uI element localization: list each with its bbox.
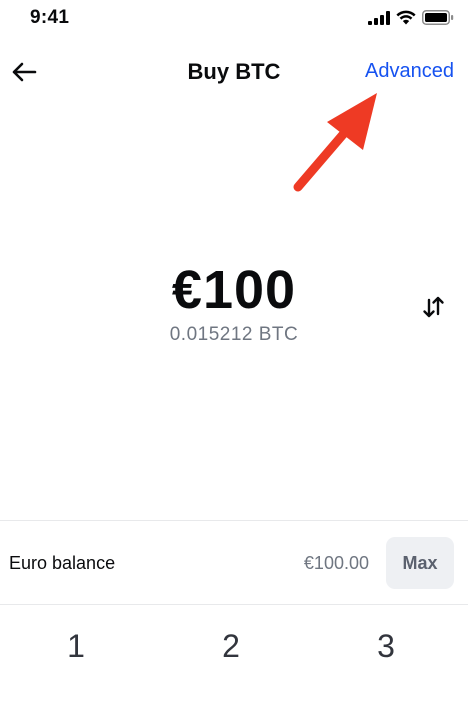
battery-icon — [422, 10, 454, 25]
balance-value: €100.00 — [303, 553, 369, 573]
signal-icon — [368, 10, 390, 25]
balance-row: Euro balance €100.00 Max — [0, 520, 468, 605]
crypto-amount: 0.015212 BTC — [169, 324, 299, 345]
fiat-amount: €100 — [171, 260, 297, 320]
amount-display: €100 0.015212 BTC — [0, 258, 468, 346]
wifi-icon — [396, 10, 416, 25]
keypad-key-1[interactable]: 1 — [36, 624, 116, 668]
numeric-keypad: 1 2 3 — [0, 606, 468, 686]
advanced-link[interactable]: Advanced — [365, 60, 454, 83]
keypad-key-2[interactable]: 2 — [191, 624, 271, 668]
keypad-key-3[interactable]: 3 — [346, 624, 426, 668]
status-icons — [368, 10, 454, 25]
balance-label: Euro balance — [9, 553, 116, 573]
swap-vertical-icon — [423, 296, 444, 318]
nav-bar: Buy BTC Advanced — [0, 50, 468, 96]
status-bar: 9:41 — [0, 0, 468, 36]
swap-currency-button[interactable] — [418, 292, 448, 322]
status-time: 9:41 — [30, 7, 70, 28]
max-button[interactable]: Max — [386, 537, 454, 589]
